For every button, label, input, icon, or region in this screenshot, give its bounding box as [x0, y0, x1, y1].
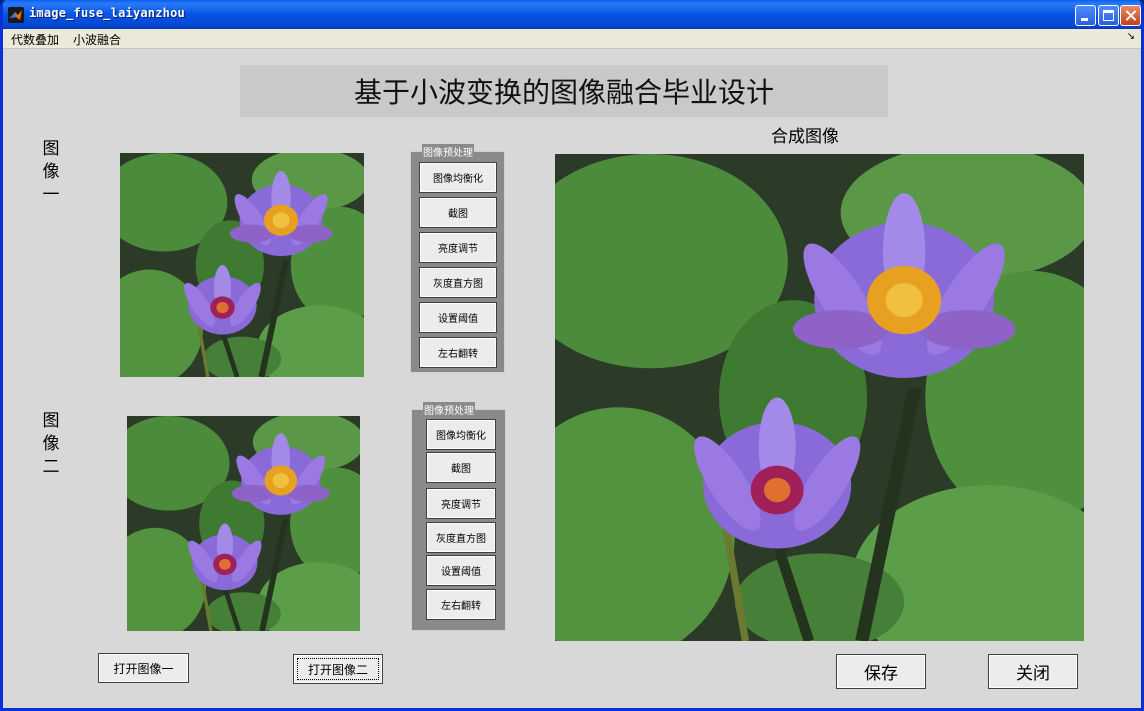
- page-title: 基于小波变换的图像融合毕业设计: [240, 65, 888, 117]
- close-button[interactable]: 关闭: [988, 654, 1078, 689]
- panel-title: 图像预处理: [422, 144, 474, 159]
- figure-canvas: 基于小波变换的图像融合毕业设计 图像一 图像二 合成图像 图像预处理 图像均衡化…: [3, 49, 1141, 708]
- panel-title: 图像预处理: [423, 402, 475, 417]
- preprocess-panel-two: 图像预处理 图像均衡化 截图 亮度调节 灰度直方图 设置阈值 左右翻转: [411, 402, 506, 631]
- image-two-axes: [127, 416, 360, 631]
- crop-button[interactable]: 截图: [426, 452, 496, 483]
- window-title: image_fuse_laiyanzhou: [29, 6, 185, 20]
- toolbar-toggle-icon[interactable]: ↘: [1127, 31, 1135, 42]
- histogram-button[interactable]: 灰度直方图: [426, 522, 496, 553]
- matlab-icon: [8, 7, 24, 23]
- menu-wavelet-fusion[interactable]: 小波融合: [73, 31, 121, 48]
- close-window-button[interactable]: [1120, 5, 1141, 26]
- equalize-button[interactable]: 图像均衡化: [426, 419, 496, 450]
- label-image-one: 图像一: [42, 139, 60, 205]
- crop-button[interactable]: 截图: [419, 197, 497, 228]
- menu-algebraic-overlay[interactable]: 代数叠加: [11, 31, 59, 48]
- title-bar[interactable]: image_fuse_laiyanzhou: [3, 0, 1141, 29]
- preprocess-panel-one: 图像预处理 图像均衡化 截图 亮度调节 灰度直方图 设置阈值 左右翻转: [410, 144, 505, 373]
- flip-horizontal-button[interactable]: 左右翻转: [419, 337, 497, 368]
- minimize-button[interactable]: [1075, 5, 1096, 26]
- fused-image-axes: [555, 154, 1084, 641]
- brightness-button[interactable]: 亮度调节: [419, 232, 497, 263]
- open-image-one-button[interactable]: 打开图像一: [98, 653, 189, 683]
- label-image-two: 图像二: [42, 411, 60, 477]
- threshold-button[interactable]: 设置阈值: [426, 555, 496, 586]
- app-window: image_fuse_laiyanzhou 代数叠加 小波融合 ↘ 基于小波变换…: [0, 0, 1144, 711]
- image-one-axes: [120, 153, 364, 377]
- equalize-button[interactable]: 图像均衡化: [419, 162, 497, 193]
- histogram-button[interactable]: 灰度直方图: [419, 267, 497, 298]
- save-button[interactable]: 保存: [836, 654, 926, 689]
- label-output-image: 合成图像: [771, 127, 839, 147]
- maximize-button[interactable]: [1098, 5, 1119, 26]
- menu-bar: 代数叠加 小波融合 ↘: [3, 29, 1141, 49]
- brightness-button[interactable]: 亮度调节: [426, 488, 496, 519]
- flip-horizontal-button[interactable]: 左右翻转: [426, 589, 496, 620]
- open-image-two-button[interactable]: 打开图像二: [294, 655, 382, 683]
- threshold-button[interactable]: 设置阈值: [419, 302, 497, 333]
